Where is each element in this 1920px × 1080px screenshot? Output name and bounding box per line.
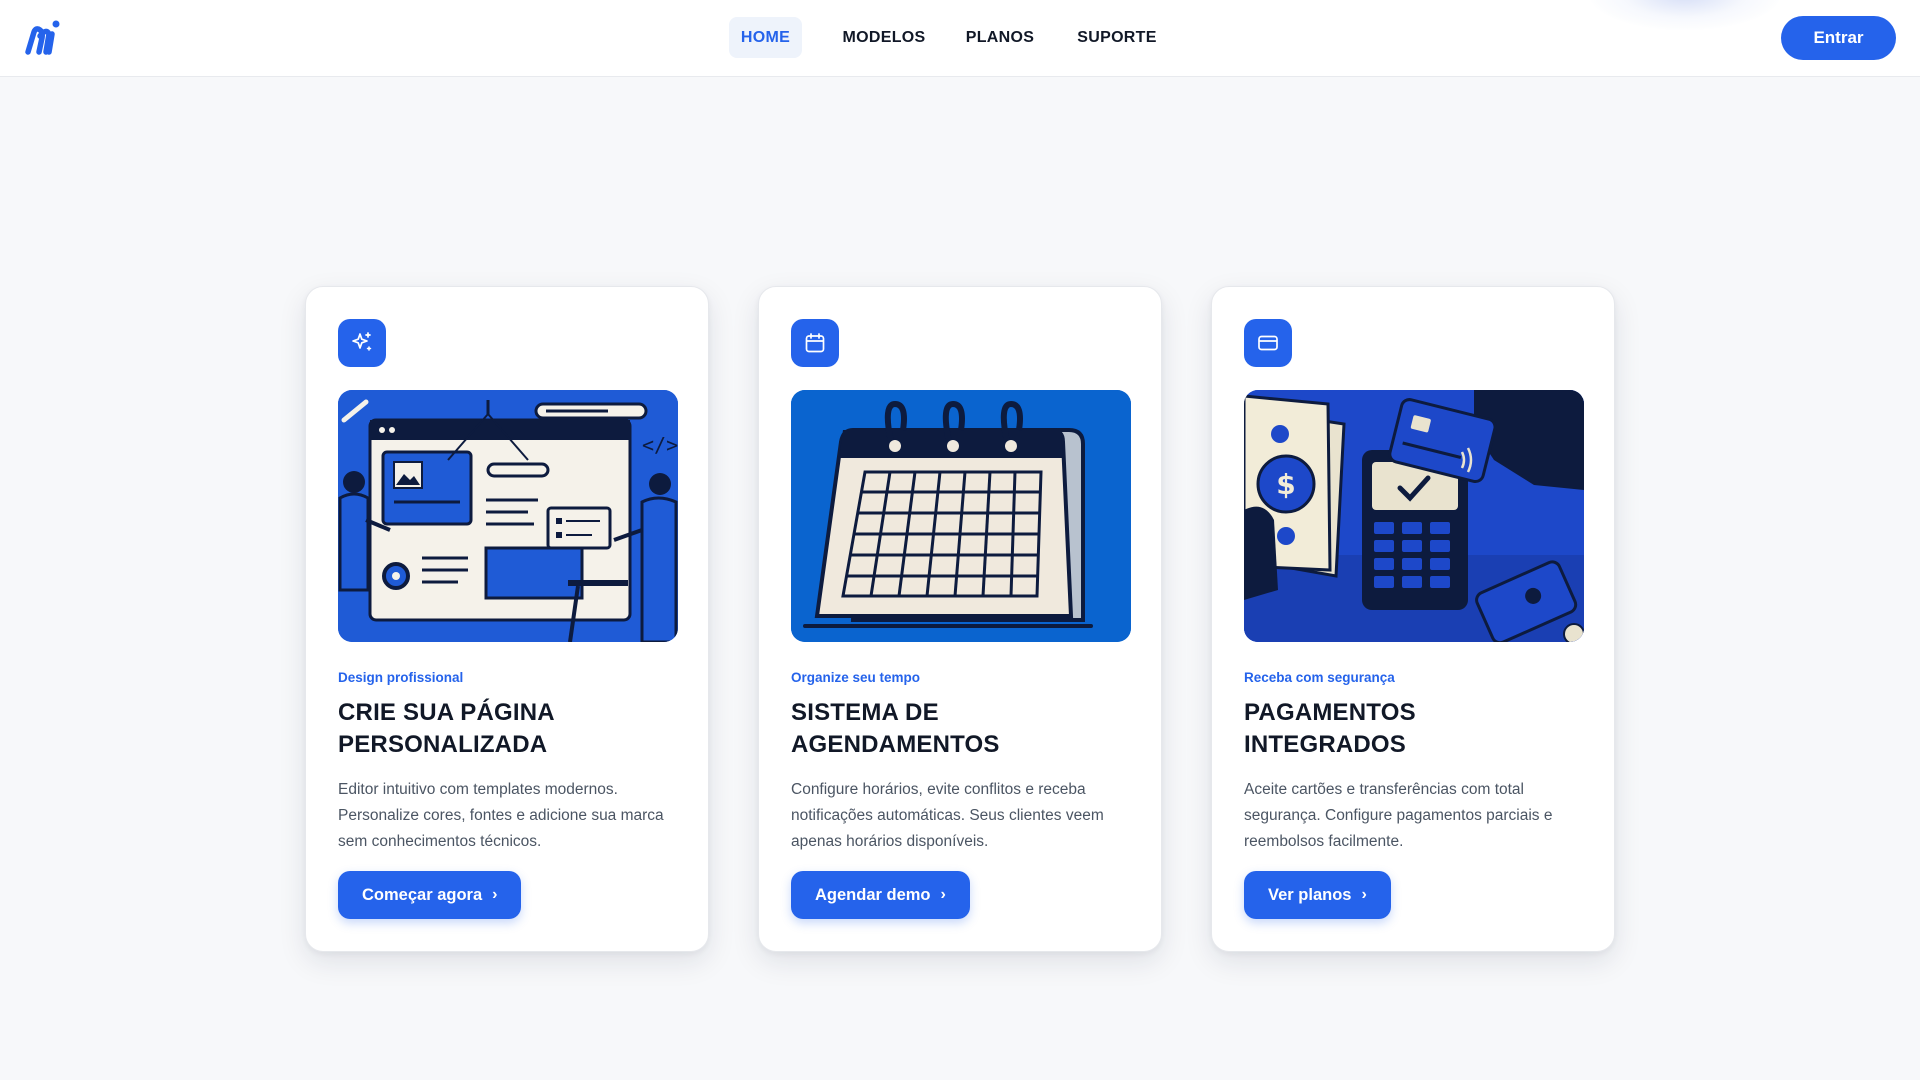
decorative-glow	[1590, 0, 1780, 30]
top-navbar: HOME MODELOS PLANOS SUPORTE Entrar	[0, 0, 1920, 77]
feature-card-payments: $ Receba com segurança PAGAMENTOS INTEGR…	[1211, 286, 1615, 952]
start-now-button[interactable]: Começar agora ›	[338, 871, 522, 919]
chevron-right-icon: ›	[940, 886, 946, 903]
logo-mark-icon	[25, 20, 60, 55]
login-button[interactable]: Entrar	[1781, 16, 1896, 60]
nav-home[interactable]: HOME	[729, 17, 802, 58]
card-eyebrow: Design profissional	[338, 670, 464, 685]
schedule-demo-button[interactable]: Agendar demo ›	[791, 871, 970, 919]
cta-label: Começar agora	[362, 885, 483, 904]
card-description: Configure horários, evite conflitos e re…	[791, 781, 1104, 850]
web-builder-illustration: </>	[338, 390, 678, 642]
card-icon-badge	[791, 319, 839, 367]
card-description: Aceite cartões e transferências com tota…	[1244, 781, 1553, 850]
brand-logo[interactable]	[24, 18, 64, 58]
card-icon-badge	[1244, 319, 1292, 367]
calendar-illustration	[791, 390, 1131, 642]
credit-card-icon	[1258, 335, 1278, 351]
cta-label: Agendar demo	[815, 885, 931, 904]
sparkles-icon	[352, 332, 372, 351]
chevron-right-icon: ›	[1361, 886, 1367, 903]
card-title: CRIE SUA PÁGINA PERSONALIZADA	[338, 699, 554, 758]
cta-label: Ver planos	[1268, 885, 1352, 904]
card-title: SISTEMA DE AGENDAMENTOS	[791, 699, 1000, 758]
payments-illustration: $	[1244, 390, 1584, 642]
calendar-icon	[805, 333, 825, 353]
feature-card-scheduling: Organize seu tempo SISTEMA DE AGENDAMENT…	[758, 286, 1162, 952]
card-eyebrow: Receba com segurança	[1244, 670, 1395, 685]
feature-card-design: </> Design profissional CRIE SUA PÁGINA …	[305, 286, 709, 952]
nav-suporte[interactable]: SUPORTE	[1062, 17, 1172, 58]
card-eyebrow: Organize seu tempo	[791, 670, 921, 685]
svg-text:</>: </>	[642, 433, 678, 457]
svg-text:$: $	[1276, 468, 1295, 501]
main-nav: HOME MODELOS PLANOS SUPORTE	[729, 17, 1172, 58]
chevron-right-icon: ›	[492, 886, 498, 903]
view-plans-button[interactable]: Ver planos ›	[1244, 871, 1391, 919]
nav-modelos[interactable]: MODELOS	[825, 17, 943, 58]
nav-planos[interactable]: PLANOS	[954, 17, 1046, 58]
card-icon-badge	[338, 319, 386, 367]
card-description: Editor intuitivo com templates modernos.…	[338, 781, 664, 850]
card-title: PAGAMENTOS INTEGRADOS	[1244, 699, 1416, 758]
